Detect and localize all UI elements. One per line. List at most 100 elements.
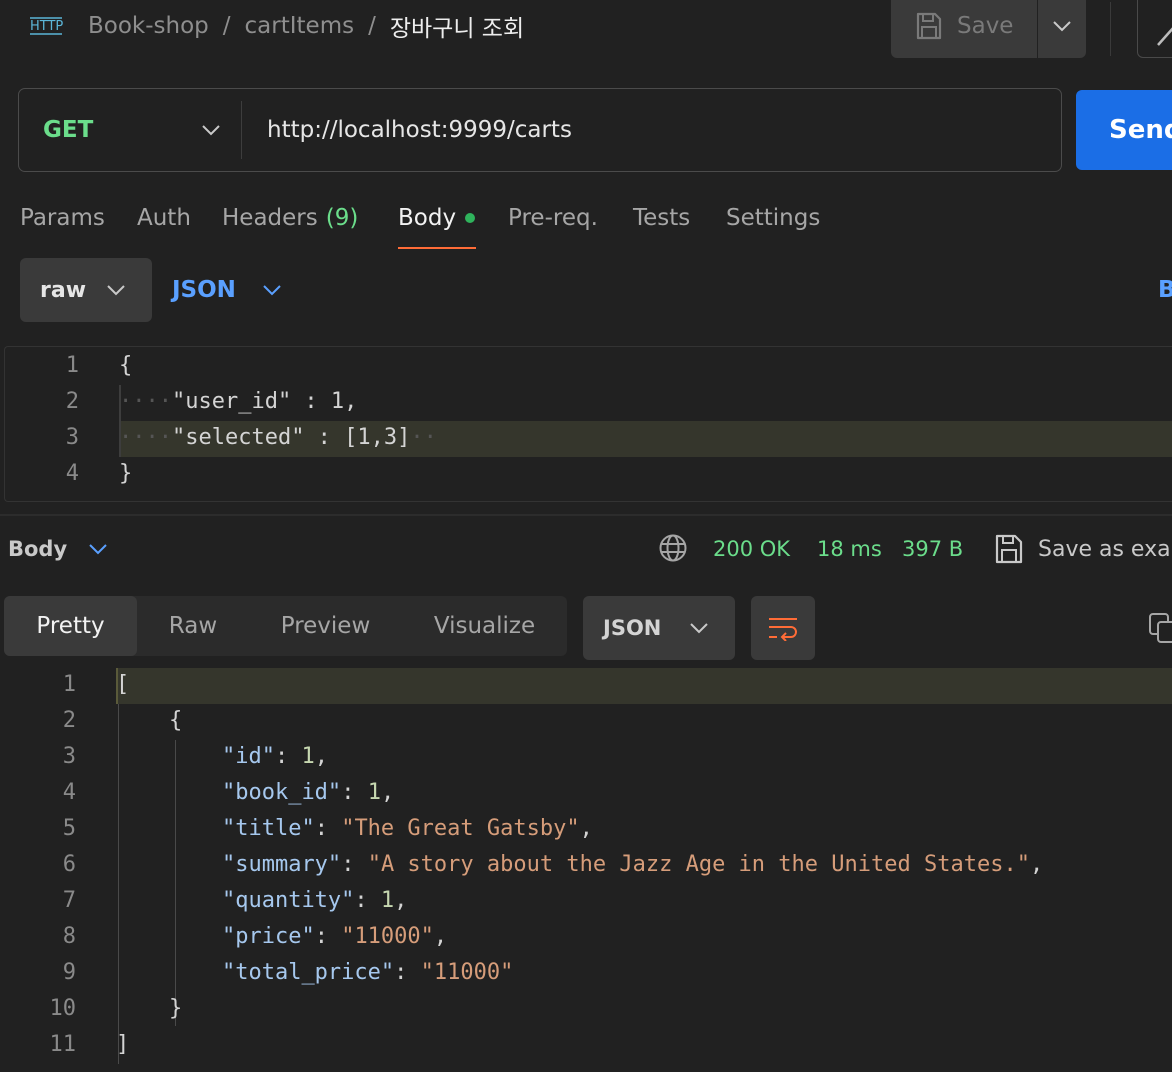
header-divider <box>1110 2 1111 56</box>
breadcrumb: Book-shop / cartItems / 장바구니 조회 <box>88 8 524 44</box>
chevron-down-icon <box>690 623 708 634</box>
line-number: 8 <box>62 924 76 949</box>
breadcrumb-request-name[interactable]: 장바구니 조회 <box>390 9 524 43</box>
response-format-dropdown[interactable]: JSON <box>583 596 735 660</box>
method-label: GET <box>43 117 94 143</box>
tab-label: Raw <box>168 613 218 639</box>
pane-divider[interactable] <box>0 514 1172 516</box>
line-number: 10 <box>49 996 77 1021</box>
request-body-editor[interactable]: 1 2 3 4 { ····"user_id" : 1, ····"select… <box>4 346 1172 502</box>
breadcrumb-separator: / <box>222 13 231 39</box>
tab-body[interactable]: Body <box>398 198 476 238</box>
line-number: 2 <box>65 389 79 414</box>
chevron-down-icon <box>202 125 220 136</box>
http-icon: HTTP <box>28 12 64 40</box>
tab-headers[interactable]: Headers (9) <box>222 198 358 238</box>
breadcrumb-collection[interactable]: Book-shop <box>88 13 209 39</box>
code-line: [ <box>116 672 130 697</box>
tab-label: Preview <box>280 613 371 639</box>
code-line: "summary": "A story about the Jazz Age i… <box>221 852 1044 877</box>
save-icon <box>916 12 942 40</box>
save-icon <box>995 534 1023 564</box>
line-number: 6 <box>62 852 76 877</box>
copy-icon[interactable] <box>1148 612 1172 644</box>
beautify-link[interactable]: B <box>1158 272 1172 308</box>
chevron-down-icon <box>263 285 281 296</box>
code-line: "total_price": "11000" <box>221 960 514 985</box>
save-label: Save <box>957 13 1014 39</box>
line-number: 4 <box>62 780 76 805</box>
tab-pre-request[interactable]: Pre-req. <box>508 198 598 238</box>
body-mode-label: raw <box>40 277 87 303</box>
code-line: ] <box>116 1032 130 1057</box>
globe-icon[interactable] <box>658 533 688 563</box>
response-body-viewer[interactable]: 1 2 3 4 5 6 7 8 9 10 11 [ { "id": 1, "bo… <box>0 668 1172 1072</box>
wrap-lines-icon <box>769 618 797 641</box>
breadcrumb-separator: / <box>368 13 376 39</box>
tab-label: Params <box>20 205 105 231</box>
code-line: } <box>119 461 133 486</box>
tab-auth[interactable]: Auth <box>137 198 191 238</box>
status-code[interactable]: 200 OK <box>713 532 790 566</box>
body-indicator-dot <box>465 213 476 223</box>
code-line: "price": "11000", <box>221 924 448 949</box>
tab-tests[interactable]: Tests <box>633 198 690 238</box>
tab-settings[interactable]: Settings <box>726 198 820 238</box>
save-button-group: Save <box>891 0 1086 58</box>
code-line: ····"selected" : [1,3]·· <box>119 425 437 450</box>
body-language-dropdown[interactable]: JSON <box>172 272 236 308</box>
send-button[interactable]: Send <box>1076 90 1172 170</box>
line-number: 4 <box>65 461 79 486</box>
active-tab-underline <box>398 247 476 249</box>
edit-button[interactable] <box>1137 0 1172 58</box>
body-language-label: JSON <box>172 277 236 303</box>
code-line: } <box>116 996 183 1021</box>
save-button[interactable]: Save <box>891 0 1037 58</box>
url-input[interactable]: http://localhost:9999/carts <box>267 89 572 171</box>
headers-count: (9) <box>325 205 359 231</box>
response-time[interactable]: 18 ms <box>817 532 882 566</box>
tab-label: Settings <box>726 205 821 231</box>
line-number: 1 <box>65 353 79 378</box>
code-line: { <box>119 353 133 378</box>
tab-label: Visualize <box>433 613 536 639</box>
svg-text:HTTP: HTTP <box>30 19 63 34</box>
response-section-dropdown[interactable]: Body <box>8 532 67 566</box>
response-view-tabs: Pretty Raw Preview Visualize <box>4 596 567 656</box>
line-number: 2 <box>62 708 76 733</box>
tab-params[interactable]: Params <box>20 198 105 238</box>
line-number: 11 <box>49 1032 77 1057</box>
wrap-lines-button[interactable] <box>751 596 815 660</box>
line-number: 1 <box>62 672 76 697</box>
body-mode-dropdown[interactable]: raw <box>20 258 152 322</box>
line-number: 3 <box>62 744 76 769</box>
line-number: 7 <box>62 888 76 913</box>
response-section-label: Body <box>8 537 68 561</box>
chevron-down-icon <box>89 544 107 555</box>
tab-label: Tests <box>633 205 691 231</box>
current-line-highlight <box>116 668 1172 704</box>
line-number: 5 <box>62 816 76 841</box>
code-line: "title": "The Great Gatsby", <box>221 816 593 841</box>
tab-pretty[interactable]: Pretty <box>4 596 137 656</box>
code-line: { <box>116 708 183 733</box>
edit-icon <box>1157 27 1172 46</box>
line-number: 3 <box>65 425 79 450</box>
save-options-dropdown[interactable] <box>1037 0 1086 58</box>
tab-label: Auth <box>137 205 191 231</box>
code-line: "id": 1, <box>221 744 328 769</box>
save-as-example-button[interactable]: Save as exa <box>994 532 1171 566</box>
beautify-label: B <box>1158 277 1172 303</box>
save-as-example-label: Save as exa <box>1038 536 1171 562</box>
tab-visualize[interactable]: Visualize <box>402 596 567 656</box>
response-size[interactable]: 397 B <box>902 532 963 566</box>
breadcrumb-folder[interactable]: cartItems <box>245 13 355 39</box>
tab-preview[interactable]: Preview <box>249 596 402 656</box>
tab-raw[interactable]: Raw <box>137 596 249 656</box>
tab-label: Headers <box>222 205 318 231</box>
tab-label: Body <box>398 205 457 231</box>
line-number: 9 <box>62 960 76 985</box>
chevron-down-icon <box>1052 21 1071 32</box>
send-label: Send <box>1109 115 1172 145</box>
code-line: ····"user_id" : 1, <box>119 389 358 414</box>
